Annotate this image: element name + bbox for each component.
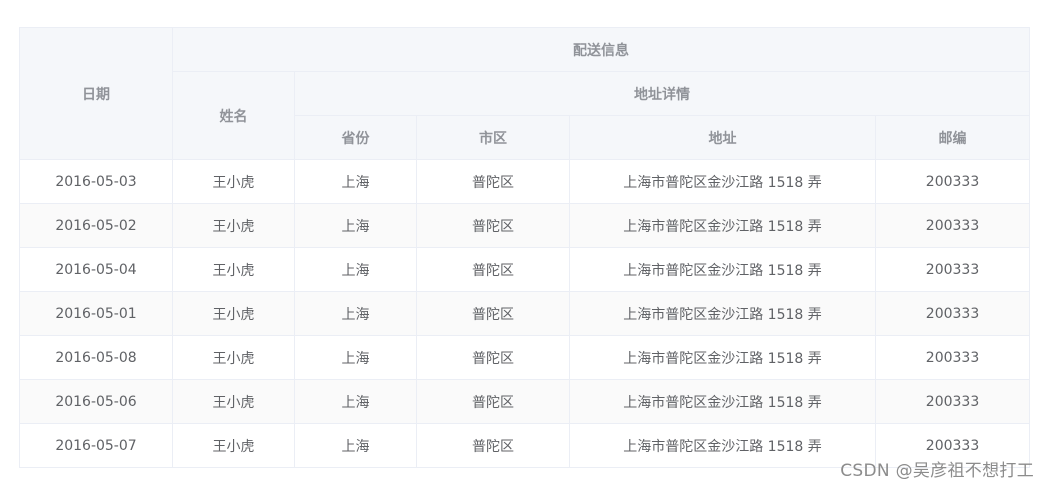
header-name: 姓名 [172,71,295,160]
cell-address: 上海市普陀区金沙江路 1518 弄 [569,247,876,292]
table-row: 2016-05-03 王小虎 上海 普陀区 上海市普陀区金沙江路 1518 弄 … [19,159,1031,204]
cell-province: 上海 [294,203,417,248]
cell-city: 普陀区 [416,159,570,204]
table-row: 2016-05-06 王小虎 上海 普陀区 上海市普陀区金沙江路 1518 弄 … [19,379,1031,424]
cell-date: 2016-05-07 [19,423,173,468]
table-body: 2016-05-03 王小虎 上海 普陀区 上海市普陀区金沙江路 1518 弄 … [19,159,1031,468]
cell-date: 2016-05-06 [19,379,173,424]
cell-name: 王小虎 [172,159,295,204]
cell-zip: 200333 [874,291,1031,336]
cell-name: 王小虎 [172,379,295,424]
table-row: 2016-05-02 王小虎 上海 普陀区 上海市普陀区金沙江路 1518 弄 … [19,203,1031,248]
table-header: 日期 配送信息 姓名 地址详情 省份 市区 地址 邮编 [19,27,1031,160]
table-row: 2016-05-08 王小虎 上海 普陀区 上海市普陀区金沙江路 1518 弄 … [19,335,1031,380]
cell-date: 2016-05-01 [19,291,173,336]
cell-address: 上海市普陀区金沙江路 1518 弄 [569,423,876,468]
cell-zip: 200333 [874,379,1031,424]
cell-name: 王小虎 [172,247,295,292]
cell-city: 普陀区 [416,247,570,292]
cell-address: 上海市普陀区金沙江路 1518 弄 [569,291,876,336]
cell-province: 上海 [294,335,417,380]
cell-address: 上海市普陀区金沙江路 1518 弄 [569,203,876,248]
cell-province: 上海 [294,159,417,204]
cell-province: 上海 [294,379,417,424]
table-row: 2016-05-04 王小虎 上海 普陀区 上海市普陀区金沙江路 1518 弄 … [19,247,1031,292]
cell-name: 王小虎 [172,335,295,380]
header-address: 地址 [569,115,876,160]
header-province: 省份 [294,115,417,160]
csdn-watermark: CSDN @吴彦祖不想打工 [840,461,1034,481]
cell-address: 上海市普陀区金沙江路 1518 弄 [569,159,876,204]
cell-city: 普陀区 [416,335,570,380]
header-date: 日期 [19,27,173,160]
cell-zip: 200333 [874,159,1031,204]
header-address-detail: 地址详情 [293,71,1031,116]
cell-province: 上海 [294,423,417,468]
cell-name: 王小虎 [172,423,295,468]
cell-city: 普陀区 [416,423,570,468]
header-city: 市区 [416,115,570,160]
cell-city: 普陀区 [416,291,570,336]
table-container: 日期 配送信息 姓名 地址详情 省份 市区 地址 邮编 2016-05-03 王… [19,27,1031,468]
table-row: 2016-05-01 王小虎 上海 普陀区 上海市普陀区金沙江路 1518 弄 … [19,291,1031,336]
delivery-table: 日期 配送信息 姓名 地址详情 省份 市区 地址 邮编 2016-05-03 王… [19,27,1031,468]
header-delivery-info: 配送信息 [171,27,1031,72]
cell-address: 上海市普陀区金沙江路 1518 弄 [569,379,876,424]
cell-address: 上海市普陀区金沙江路 1518 弄 [569,335,876,380]
cell-date: 2016-05-02 [19,203,173,248]
cell-city: 普陀区 [416,379,570,424]
cell-name: 王小虎 [172,291,295,336]
header-zip: 邮编 [874,115,1031,160]
cell-name: 王小虎 [172,203,295,248]
cell-zip: 200333 [874,247,1031,292]
cell-province: 上海 [294,247,417,292]
cell-province: 上海 [294,291,417,336]
cell-city: 普陀区 [416,203,570,248]
cell-zip: 200333 [874,335,1031,380]
cell-date: 2016-05-04 [19,247,173,292]
cell-date: 2016-05-03 [19,159,173,204]
cell-date: 2016-05-08 [19,335,173,380]
cell-zip: 200333 [874,203,1031,248]
